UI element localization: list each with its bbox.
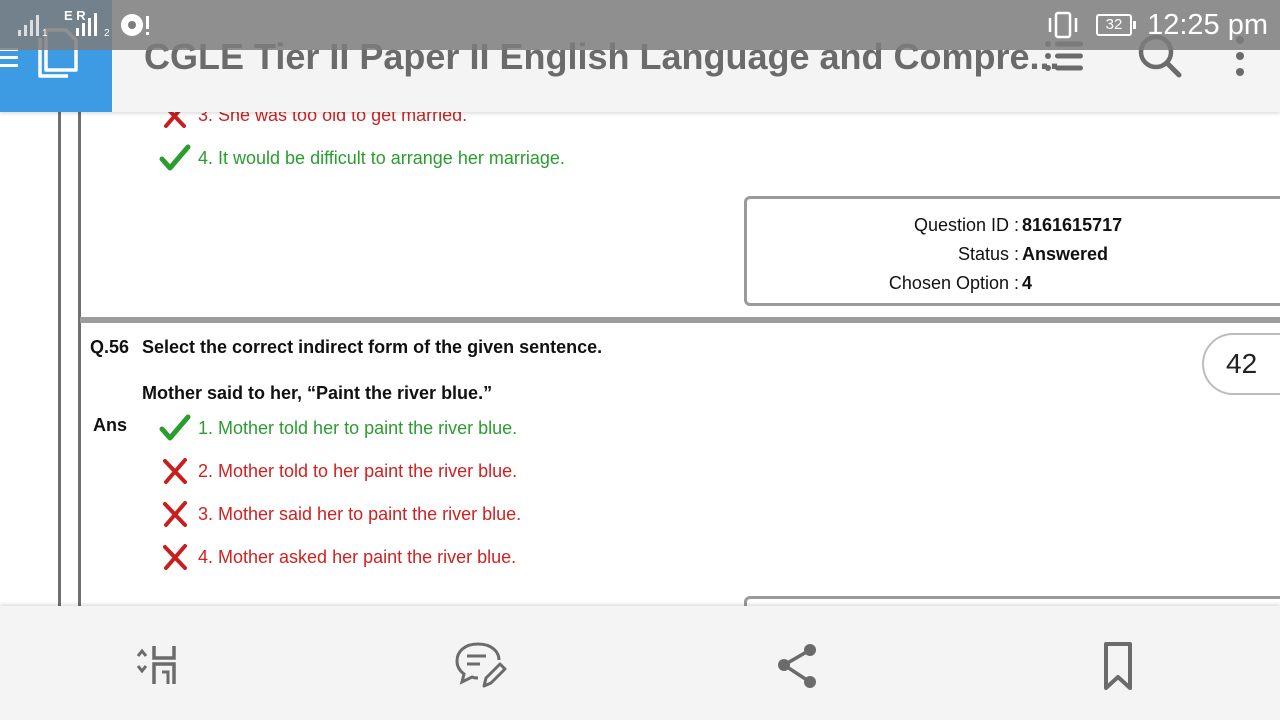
fit-page-button[interactable] (128, 636, 188, 696)
page-number-indicator: 42 (1202, 333, 1280, 395)
option-text: 1. Mother told her to paint the river bl… (198, 417, 518, 438)
clock: 12:25 pm (1147, 9, 1268, 41)
prev-option-4: 4. It would be difficult to arrange her … (158, 141, 565, 175)
option-4: 4. Mother asked her paint the river blue… (158, 540, 516, 574)
status-row: Status : Answered (747, 244, 1127, 265)
comment-icon (455, 642, 507, 688)
vibrate-icon (1048, 11, 1078, 39)
cross-icon (158, 540, 192, 574)
bookmark-button[interactable] (1088, 636, 1148, 696)
share-button[interactable] (768, 636, 828, 696)
signal-strength-icon (18, 15, 39, 36)
question-number: Q.56 (90, 337, 130, 357)
question-id-label: Question ID : (913, 215, 1019, 235)
checkmark-icon (158, 141, 192, 175)
bookmark-icon (1104, 642, 1132, 690)
answer-label: Ans (93, 415, 128, 435)
option-text: 3. Mother said her to paint the river bl… (198, 503, 522, 524)
share-icon (778, 644, 816, 688)
bottom-action-bar (0, 606, 1280, 720)
page-number: 42 (1226, 348, 1258, 379)
option-text: 4. Mother asked her paint the river blue… (198, 546, 517, 567)
option-text: 4. It would be difficult to arrange her … (198, 147, 565, 168)
page-border-outer (58, 100, 61, 620)
question-sentence: Mother said to her, “Paint the river blu… (142, 383, 493, 403)
question-info-box: Question ID : 8161615717 Status : Answer… (744, 196, 1280, 306)
chosen-option-label: Chosen Option : (888, 273, 1019, 293)
fit-page-icon (136, 646, 176, 684)
sim2-label: 2 (104, 28, 110, 39)
status-label: Status : (957, 244, 1019, 264)
sim1-label: 1 (42, 28, 48, 39)
chosen-option-value: 4 (1022, 273, 1033, 293)
question-text: Select the correct indirect form of the … (142, 337, 603, 357)
question-divider (80, 317, 1280, 323)
sync-notification-icon (121, 14, 149, 36)
option-text: 2. Mother told to her paint the river bl… (198, 460, 518, 481)
chosen-option-row: Chosen Option : 4 (747, 273, 1127, 294)
status-bar: 1 E R 2 32 12:25 pm (0, 0, 1280, 50)
status-value: Answered (1022, 244, 1109, 264)
question-id-row: Question ID : 8161615717 (747, 215, 1127, 236)
comment-button[interactable] (450, 636, 510, 696)
page-border-inner (78, 100, 81, 620)
option-2: 2. Mother told to her paint the river bl… (158, 454, 517, 488)
question-id-value: 8161615717 (1022, 215, 1123, 235)
checkmark-icon (158, 411, 192, 445)
option-1: 1. Mother told her to paint the river bl… (158, 411, 517, 445)
battery-icon: 32 (1096, 14, 1136, 36)
cross-icon (158, 497, 192, 531)
cross-icon (158, 454, 192, 488)
menu-icon (0, 48, 20, 72)
option-3: 3. Mother said her to paint the river bl… (158, 497, 521, 531)
